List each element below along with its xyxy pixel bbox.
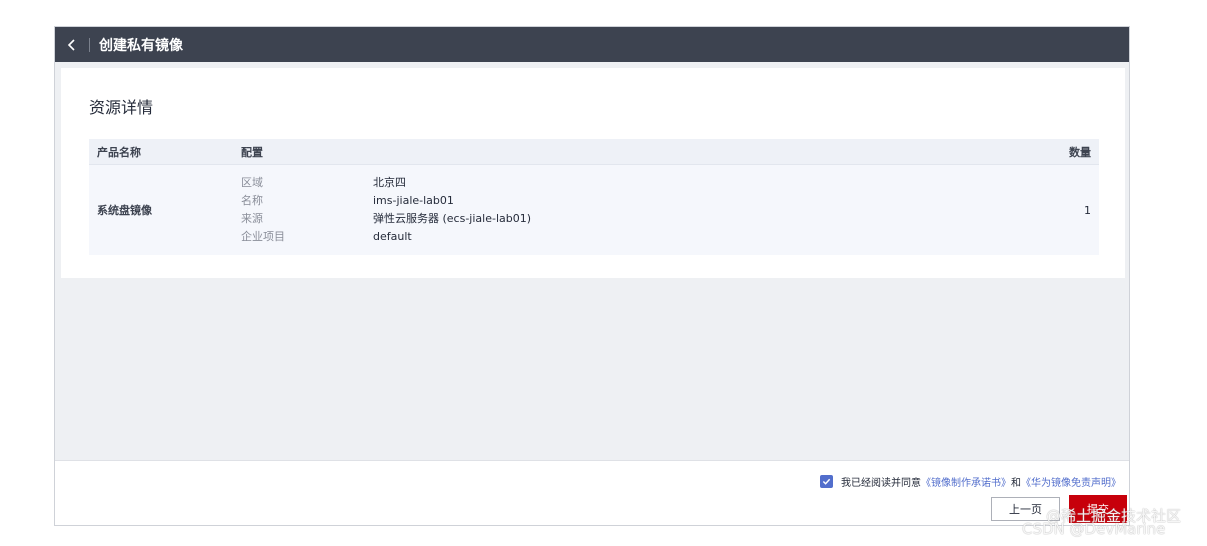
card-title: 资源详情 [89, 98, 154, 117]
back-button[interactable] [55, 27, 89, 62]
config-key-region: 区域 [241, 176, 263, 189]
column-header-config: 配置 [241, 145, 263, 159]
footer-bar: 我已经阅读并同意 《镜像制作承诺书》 和 《华为镜像免责声明》 上一页 提交 [55, 460, 1129, 525]
config-cell: 区域 北京四 名称 ims-jiale-lab01 来源 弹性云服务器 (ecs… [241, 176, 1039, 244]
config-list: 区域 北京四 名称 ims-jiale-lab01 来源 弹性云服务器 (ecs… [241, 176, 1039, 244]
config-value-name: ims-jiale-lab01 [373, 194, 454, 207]
product-name: 系统盘镜像 [97, 204, 152, 217]
resource-details-card: 资源详情 产品名称 配置 数量 系统盘镜像 区域 北京四 名称 ims-jial… [61, 68, 1125, 278]
disclaimer-link[interactable]: 《华为镜像免责声明》 [1021, 474, 1121, 489]
agree-text: 我已经阅读并同意 [841, 478, 921, 489]
title-divider [89, 37, 90, 52]
resource-table: 产品名称 配置 数量 系统盘镜像 区域 北京四 名称 ims-jiale-lab… [89, 139, 1099, 255]
config-value-project: default [373, 230, 412, 243]
quantity-value: 1 [1084, 203, 1091, 217]
column-header-quantity: 数量 [1069, 145, 1091, 159]
title-bar: 创建私有镜像 [55, 27, 1129, 62]
agreement: 我已经阅读并同意 《镜像制作承诺书》 和 《华为镜像免责声明》 [820, 474, 1121, 489]
config-key-project: 企业项目 [241, 230, 285, 243]
table-header: 产品名称 配置 数量 [89, 139, 1099, 164]
table-row: 系统盘镜像 区域 北京四 名称 ims-jiale-lab01 来源 弹性云服务… [89, 164, 1099, 255]
agree-and-text: 和 [1011, 478, 1021, 489]
config-key-name: 名称 [241, 194, 263, 207]
chevron-left-icon [67, 38, 75, 51]
column-header-product: 产品名称 [97, 145, 141, 159]
check-icon [822, 478, 831, 485]
console-frame: 创建私有镜像 资源详情 产品名称 配置 数量 系统盘镜像 区域 北京四 名称 i… [54, 26, 1130, 526]
agree-checkbox[interactable] [820, 475, 833, 488]
page-title: 创建私有镜像 [99, 37, 183, 54]
config-key-source: 来源 [241, 212, 263, 225]
watermark-csdn: CSDN @DevMarine [1022, 520, 1166, 538]
config-value-source: 弹性云服务器 (ecs-jiale-lab01) [373, 212, 532, 225]
config-value-region: 北京四 [373, 176, 406, 189]
commitment-link[interactable]: 《镜像制作承诺书》 [921, 474, 1011, 489]
